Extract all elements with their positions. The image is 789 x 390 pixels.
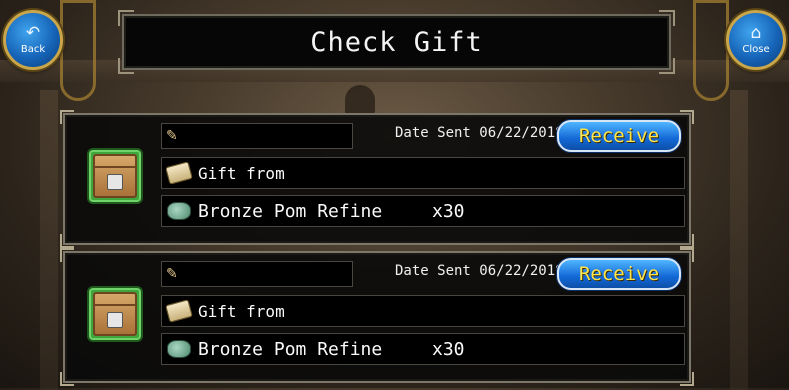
gift-card: ✎ Date Sent 06/22/2018 Receive Gift from…: [60, 248, 694, 386]
gift-item-row: Bronze Pom Refine x30: [161, 195, 685, 227]
sender-field: ✎: [161, 261, 353, 287]
pom-item-icon: [166, 200, 192, 222]
receive-button[interactable]: Receive: [557, 258, 681, 290]
close-label: Close: [742, 44, 770, 55]
frame-ornament: [693, 0, 729, 101]
gift-from-row: Gift from: [161, 157, 685, 189]
gift-from-text: Gift from: [198, 163, 285, 183]
quill-icon: ✎: [166, 128, 178, 144]
gift-box-icon: [87, 286, 143, 342]
page-title: Check Gift: [310, 26, 483, 58]
back-button[interactable]: ↶ Back: [3, 10, 63, 70]
quill-icon: ✎: [166, 266, 178, 282]
item-quantity: x30: [432, 200, 465, 222]
item-name: Bronze Pom Refine: [198, 338, 383, 360]
title-bar: Check Gift: [118, 10, 675, 74]
item-quantity: x30: [432, 338, 465, 360]
frame-ornament: [60, 0, 96, 101]
item-name: Bronze Pom Refine: [198, 200, 383, 222]
gift-from-row: Gift from: [161, 295, 685, 327]
scroll-icon: [165, 161, 193, 185]
date-sent: Date Sent 06/22/2018: [395, 125, 564, 141]
back-label: Back: [20, 44, 46, 55]
close-button[interactable]: ⌂ Close: [726, 10, 786, 70]
background-beam: [40, 90, 58, 390]
gift-card: ✎ Date Sent 06/22/2018 Receive Gift from…: [60, 110, 694, 248]
back-arrow-icon: ↶: [25, 23, 41, 43]
home-icon: ⌂: [750, 23, 762, 43]
receive-button[interactable]: Receive: [557, 120, 681, 152]
gift-box-icon: [87, 148, 143, 204]
scroll-icon: [165, 299, 193, 323]
sender-field: ✎: [161, 123, 353, 149]
chandelier-icon: [345, 85, 375, 115]
gift-from-text: Gift from: [198, 301, 285, 321]
background-beam: [730, 90, 748, 390]
date-sent: Date Sent 06/22/2018: [395, 263, 564, 279]
gift-item-row: Bronze Pom Refine x30: [161, 333, 685, 365]
pom-item-icon: [166, 338, 192, 360]
